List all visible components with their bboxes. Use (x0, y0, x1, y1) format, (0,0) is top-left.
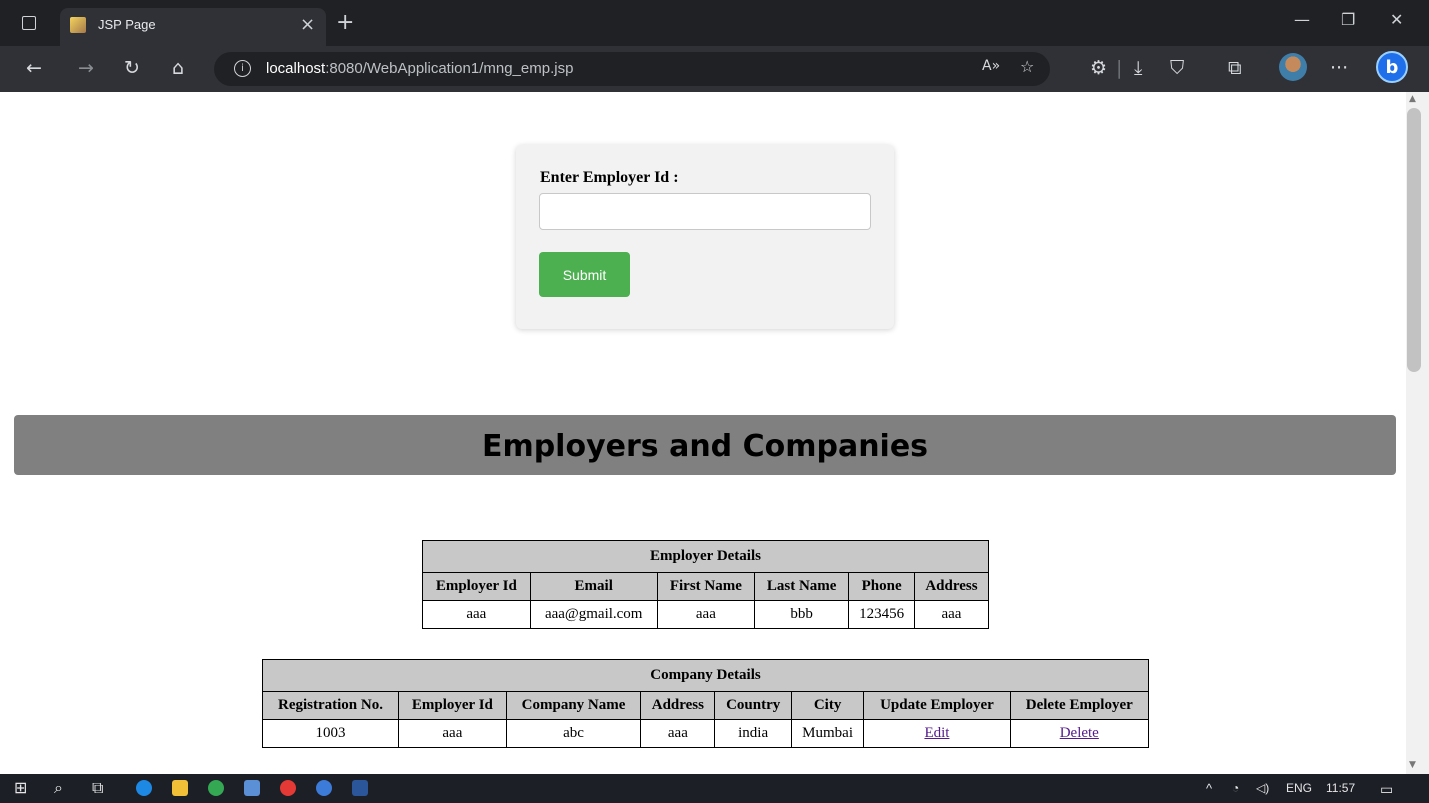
scroll-down-icon[interactable]: ▼ (1409, 760, 1416, 770)
browser-tab-strip: JSP Page × + — ❐ ✕ (0, 0, 1429, 46)
edge-icon[interactable] (136, 780, 152, 796)
column-header: Address (913, 572, 990, 601)
volume-icon[interactable]: ◁) (1256, 781, 1269, 795)
employer-id-label: Enter Employer Id : (540, 169, 679, 186)
column-header: Update Employer (863, 691, 1011, 720)
notifications-icon[interactable]: ▭ (1380, 781, 1393, 798)
employer-table-caption: Employer Details (422, 540, 989, 573)
page-viewport: Enter Employer Id : Submit Employers and… (0, 92, 1406, 774)
copilot-icon[interactable]: b (1376, 51, 1408, 83)
address-bar[interactable]: i localhost:8080/WebApplication1/mng_emp… (214, 52, 1050, 86)
forward-icon[interactable]: → (78, 57, 94, 79)
tab-actions-icon[interactable] (22, 16, 36, 30)
table-cell: aaa@gmail.com (529, 600, 658, 629)
home-icon[interactable]: ⌂ (172, 57, 184, 79)
chrome-icon[interactable] (208, 780, 224, 796)
wifi-icon[interactable]: ◔ (1232, 781, 1239, 795)
company-details-table: Company Details Registration No. Employe… (262, 659, 1150, 748)
page-banner: Employers and Companies (14, 415, 1396, 475)
windows-taskbar: ⊞ ⌕ ⧉ ^ ◔ ◁) ENG 11:57 ▭ (0, 774, 1429, 803)
table-cell: Mumbai (790, 719, 865, 748)
restore-icon[interactable]: ❐ (1341, 10, 1355, 29)
back-icon[interactable]: ← (26, 57, 42, 79)
table-row: aaa aaa@gmail.com aaa bbb 123456 aaa (422, 600, 990, 629)
favorite-star-icon[interactable]: ☆ (1020, 57, 1034, 76)
table-header-row: Employer Id Email First Name Last Name P… (422, 572, 990, 601)
column-header: Country (714, 691, 792, 720)
refresh-icon[interactable]: ↻ (124, 57, 140, 79)
extensions-icon[interactable]: ⚙ (1090, 57, 1107, 79)
collections-icon[interactable]: ⧉ (1228, 57, 1242, 79)
browser-essentials-icon[interactable]: ⛉ (1170, 57, 1184, 79)
submit-button[interactable]: Submit (539, 252, 630, 297)
profile-avatar[interactable] (1279, 53, 1307, 81)
page-title: Employers and Companies (481, 429, 929, 464)
file-explorer-icon[interactable] (172, 780, 188, 796)
column-header: First Name (656, 572, 756, 601)
minimize-icon[interactable]: — (1294, 10, 1310, 29)
column-header: Phone (848, 572, 915, 601)
table-cell: aaa (913, 600, 990, 629)
tray-chevron-icon[interactable]: ^ (1206, 781, 1212, 796)
employer-details-table: Employer Details Employer Id Email First… (422, 540, 990, 629)
table-cell: aaa (422, 600, 531, 629)
table-cell: bbb (753, 600, 850, 629)
page-favicon-icon (70, 17, 86, 33)
employer-id-input[interactable] (539, 193, 871, 230)
table-cell: aaa (656, 600, 756, 629)
toolbar-divider: | (1116, 57, 1123, 79)
delete-employer-link[interactable]: Delete (1060, 725, 1099, 741)
column-header: Last Name (753, 572, 850, 601)
table-cell: aaa (397, 719, 507, 748)
table-cell: abc (505, 719, 642, 748)
column-header: Delete Employer (1009, 691, 1150, 720)
more-menu-icon[interactable]: ··· (1330, 57, 1348, 79)
close-window-icon[interactable]: ✕ (1390, 10, 1403, 29)
url-path: :8080/WebApplication1/mng_emp.jsp (325, 60, 574, 77)
column-header: Address (640, 691, 716, 720)
scrollbar-thumb[interactable] (1407, 108, 1421, 372)
opera-icon[interactable] (280, 780, 296, 796)
app-icon[interactable] (316, 780, 332, 796)
downloads-icon[interactable]: ⤓ (1134, 57, 1142, 79)
column-header: City (790, 691, 865, 720)
company-table-caption: Company Details (262, 659, 1149, 692)
column-header: Employer Id (397, 691, 507, 720)
browser-toolbar: ← → ↻ ⌂ i localhost:8080/WebApplication1… (0, 46, 1429, 92)
new-tab-icon[interactable]: + (336, 10, 354, 35)
edit-employer-link[interactable]: Edit (924, 725, 949, 741)
language-indicator[interactable]: ENG (1286, 781, 1312, 795)
table-row: 1003 aaa abc aaa india Mumbai Edit Delet… (262, 719, 1150, 748)
employer-search-form: Enter Employer Id : Submit (516, 145, 894, 329)
column-header: Registration No. (262, 691, 399, 720)
column-header: Company Name (505, 691, 642, 720)
tab-title: JSP Page (98, 17, 156, 32)
task-view-icon[interactable]: ⧉ (92, 778, 103, 798)
netbeans-icon[interactable] (244, 780, 260, 796)
clock[interactable]: 11:57 (1326, 781, 1355, 795)
url-text[interactable]: localhost:8080/WebApplication1/mng_emp.j… (266, 60, 573, 77)
site-info-icon[interactable]: i (234, 60, 251, 77)
table-header-row: Registration No. Employer Id Company Nam… (262, 691, 1150, 720)
column-header: Employer Id (422, 572, 531, 601)
read-aloud-icon[interactable]: A» (982, 58, 1000, 74)
edit-cell: Edit (863, 719, 1011, 748)
delete-cell: Delete (1009, 719, 1150, 748)
table-cell: aaa (640, 719, 716, 748)
table-cell: 1003 (262, 719, 399, 748)
windows-start-icon[interactable]: ⊞ (14, 778, 27, 797)
browser-tab[interactable]: JSP Page × (60, 8, 326, 46)
url-host: localhost (266, 60, 326, 77)
table-cell: 123456 (848, 600, 915, 629)
table-cell: india (714, 719, 792, 748)
tab-close-icon[interactable]: × (300, 14, 315, 35)
word-icon[interactable] (352, 780, 368, 796)
search-icon[interactable]: ⌕ (54, 778, 63, 798)
scroll-up-icon[interactable]: ▲ (1409, 94, 1416, 104)
column-header: Email (529, 572, 658, 601)
